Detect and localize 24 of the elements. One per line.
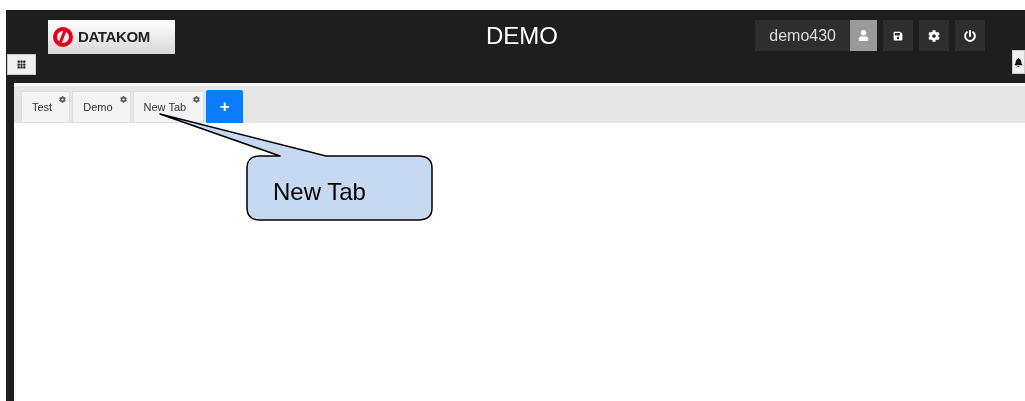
settings-button[interactable]: [919, 20, 949, 51]
logo-text: DATAKOM: [78, 26, 150, 47]
tab[interactable]: New Tab: [132, 91, 205, 123]
logo-mark-icon: [52, 26, 74, 49]
settings-icon: [928, 29, 940, 42]
power-button[interactable]: [955, 20, 985, 51]
callout-text: New Tab: [273, 177, 366, 207]
tab-settings-icon[interactable]: [193, 96, 201, 103]
save-button[interactable]: [883, 20, 913, 51]
page-title: DEMO: [486, 21, 558, 51]
tab-settings-icon[interactable]: [59, 96, 67, 103]
notification-button[interactable]: [1012, 50, 1025, 74]
power-icon: [964, 29, 976, 42]
apps-grid-button[interactable]: [7, 54, 36, 75]
grid-icon: [17, 60, 26, 70]
user-button[interactable]: [850, 20, 877, 51]
add-tab-button[interactable]: +: [206, 90, 244, 123]
tab-settings-icon[interactable]: [119, 96, 127, 103]
bell-icon: [1014, 57, 1023, 67]
tab[interactable]: Demo: [72, 91, 131, 123]
tab[interactable]: Test: [21, 91, 71, 123]
user-icon: [858, 30, 869, 41]
username: demo430: [755, 20, 850, 51]
save-icon: [893, 30, 903, 41]
